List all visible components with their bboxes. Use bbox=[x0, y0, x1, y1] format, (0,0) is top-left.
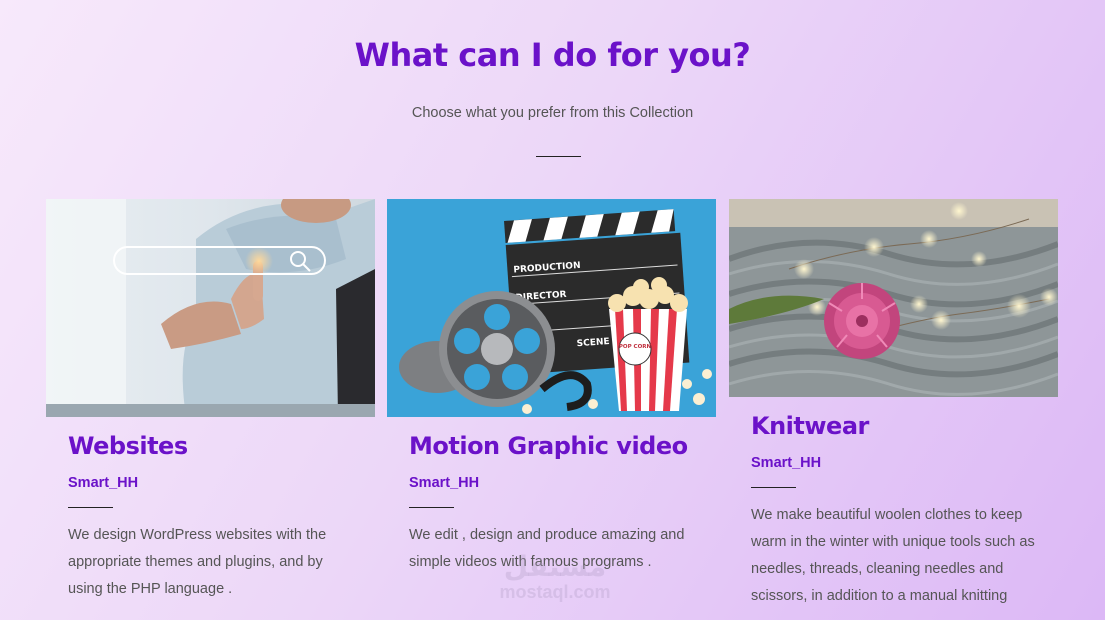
card-description: We edit , design and produce amazing and… bbox=[409, 527, 685, 570]
service-card-motion-graphic[interactable]: PRODUCTION DIRECTOR SCENE POP CORN Motio… bbox=[387, 199, 716, 620]
websites-image bbox=[46, 199, 375, 417]
websites-illustration bbox=[46, 199, 375, 417]
card-author: Smart_HH bbox=[409, 475, 480, 491]
knitwear-illustration bbox=[729, 199, 1058, 397]
card-description: We make beautiful woolen clothes to keep… bbox=[751, 507, 1035, 604]
pink-flower-icon bbox=[824, 283, 900, 359]
card-body: Motion Graphic video Smart_HH We edit , … bbox=[387, 417, 716, 576]
section-subtitle: Choose what you prefer from this Collect… bbox=[411, 105, 694, 121]
card-title[interactable]: Websites bbox=[68, 429, 353, 463]
card-divider bbox=[751, 487, 796, 488]
popcorn-label: POP CORN bbox=[619, 344, 652, 350]
card-author: Smart_HH bbox=[751, 455, 822, 471]
service-card-websites[interactable]: Websites Smart_HH We design WordPress we… bbox=[46, 199, 375, 620]
service-card-knitwear[interactable]: Knitwear Smart_HH We make beautiful wool… bbox=[729, 199, 1058, 620]
section-title: What can I do for you? bbox=[354, 36, 751, 74]
card-author: Smart_HH bbox=[68, 475, 139, 491]
knitwear-image bbox=[729, 199, 1058, 397]
motion-graphic-illustration: PRODUCTION DIRECTOR SCENE POP CORN bbox=[387, 199, 716, 417]
section-divider bbox=[536, 156, 581, 157]
card-title[interactable]: Motion Graphic video bbox=[409, 429, 694, 463]
card-body: Knitwear Smart_HH We make beautiful wool… bbox=[729, 397, 1058, 610]
card-divider bbox=[409, 507, 454, 508]
motion-graphic-image: PRODUCTION DIRECTOR SCENE POP CORN bbox=[387, 199, 716, 417]
card-body: Websites Smart_HH We design WordPress we… bbox=[46, 417, 375, 603]
card-title[interactable]: Knitwear bbox=[751, 409, 1036, 443]
card-divider bbox=[68, 507, 113, 508]
card-description: We design WordPress websites with the ap… bbox=[68, 527, 327, 597]
